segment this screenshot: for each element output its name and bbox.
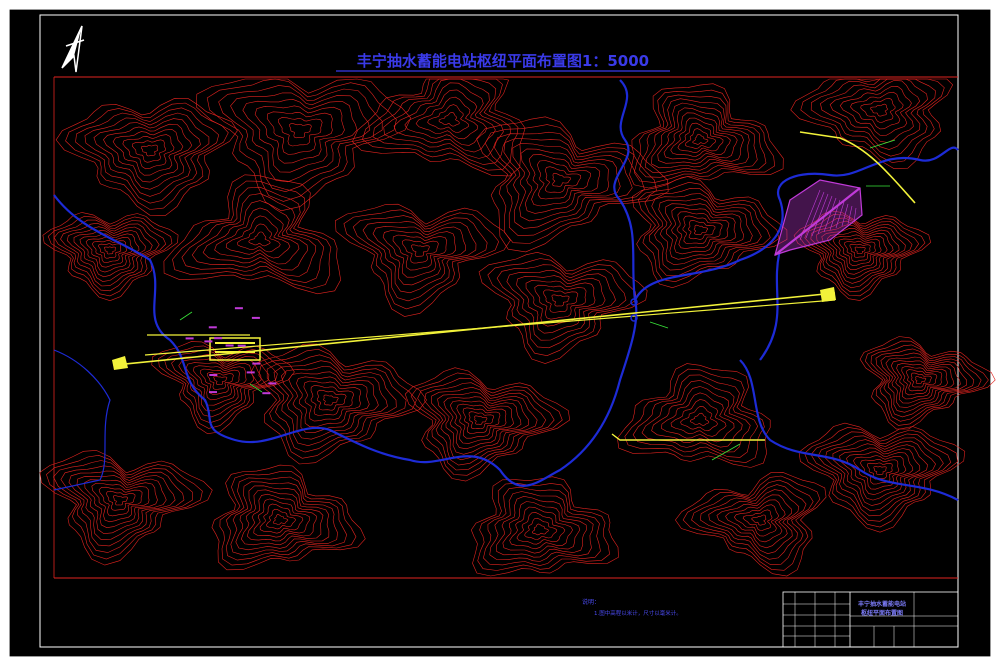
title-block-drawing: 枢纽平面布置图 [861, 609, 903, 617]
drawing-sheet: 丰宁抽水蓄能电站枢纽平面布置图1：5000 说明： 1.图中高程以米计，尺寸以毫… [0, 0, 1000, 666]
notes-heading: 说明： [582, 598, 600, 606]
label-tick [208, 326, 217, 329]
title-block-project: 丰宁抽水蓄能电站 [858, 600, 906, 608]
label-tick [251, 316, 260, 319]
label-tick [252, 362, 261, 365]
label-tick [204, 340, 213, 343]
label-tick [225, 344, 234, 347]
drawing-title: 丰宁抽水蓄能电站枢纽平面布置图1：5000 [357, 52, 649, 70]
label-tick [268, 382, 277, 385]
label-tick [262, 392, 271, 395]
label-tick [214, 337, 223, 340]
label-tick [237, 344, 246, 347]
label-tick [209, 374, 218, 376]
label-tick [185, 337, 194, 340]
note-item-1: 1.图中高程以米计，尺寸以毫米计。 [594, 609, 682, 617]
label-tick [246, 371, 255, 374]
label-tick [209, 391, 217, 394]
label-tick [234, 307, 243, 310]
